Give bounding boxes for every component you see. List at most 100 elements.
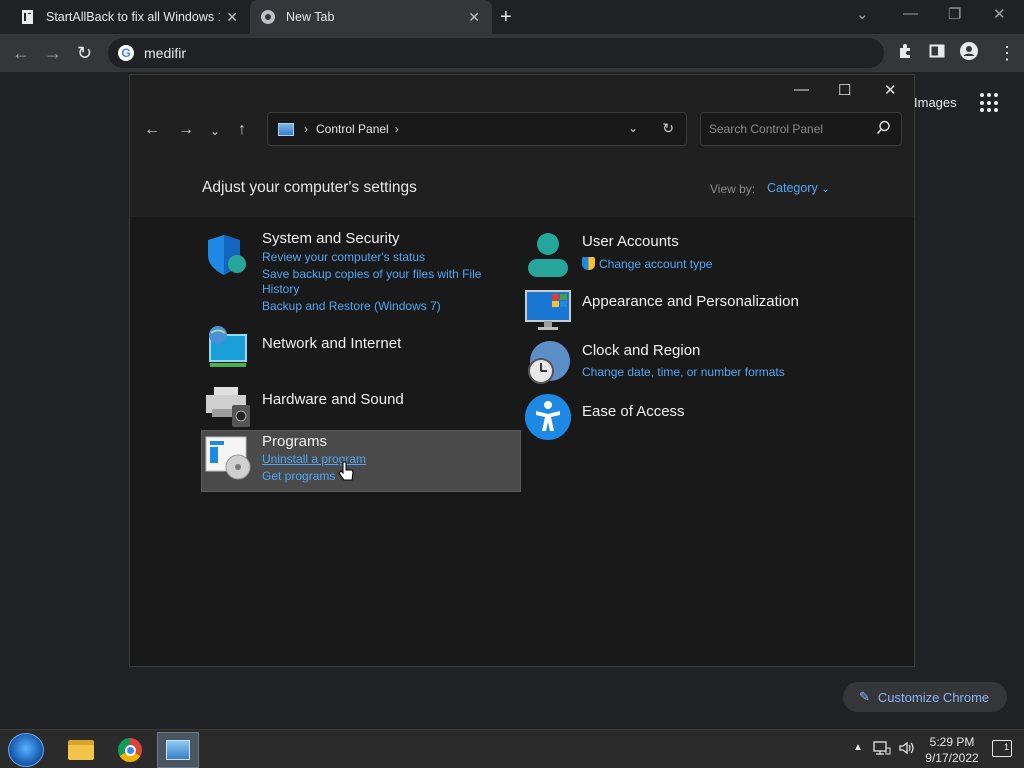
browser-tabstrip: StartAllBack to fix all Windows 11 ✕ New… <box>0 0 1024 34</box>
notification-center-icon[interactable]: 1 <box>992 740 1012 757</box>
category-title[interactable]: Network and Internet <box>262 335 401 352</box>
category-title[interactable]: Ease of Access <box>582 403 685 420</box>
monitor-icon <box>524 287 572 335</box>
cp-search-input[interactable] <box>709 122 869 136</box>
tab-search-icon[interactable]: ⌄ <box>856 5 869 23</box>
control-panel-icon <box>278 122 294 136</box>
category-clock-region[interactable]: Clock and Region Change date, time, or n… <box>524 339 844 389</box>
address-dropdown-icon[interactable]: ⌄ <box>628 121 638 135</box>
close-button[interactable]: ✕ <box>993 5 1006 23</box>
taskbar-control-panel[interactable] <box>157 732 199 768</box>
google-apps-icon[interactable] <box>980 93 1000 113</box>
window-titlebar: — ☐ ✕ <box>130 75 914 107</box>
chevron-down-icon: ⌄ <box>821 184 830 195</box>
link-file-history[interactable]: Save backup copies of your files with Fi… <box>262 267 481 282</box>
tab-startallback[interactable]: StartAllBack to fix all Windows 11 ✕ <box>8 0 250 34</box>
printer-speaker-icon <box>204 381 252 429</box>
taskbar-clock[interactable]: 5:29 PM 9/17/2022 <box>917 734 987 766</box>
browser-toolbar: ← → ↻ G medifir ⋮ <box>0 34 1024 72</box>
tab-title: StartAllBack to fix all Windows 11 <box>46 10 220 24</box>
shield-icon <box>204 231 252 279</box>
link-get-programs[interactable]: Get programs <box>262 469 335 484</box>
address-text: medifir <box>144 45 187 61</box>
link-change-account-type[interactable]: Change account type <box>582 257 712 272</box>
chrome-icon <box>118 738 142 762</box>
category-title[interactable]: Programs <box>262 433 327 450</box>
view-by-value: Category <box>767 181 818 195</box>
tab-close-icon[interactable]: ✕ <box>468 9 480 26</box>
cp-navigation-bar: ← → ⌄ ↑ › Control Panel › ⌄ ↻ <box>130 107 914 157</box>
customize-chrome-button[interactable]: ✎ Customize Chrome <box>843 682 1007 712</box>
link-backup-restore[interactable]: Backup and Restore (Windows 7) <box>262 299 441 314</box>
forward-arrow-icon[interactable]: → <box>44 42 62 64</box>
category-title[interactable]: User Accounts <box>582 233 679 250</box>
back-arrow-icon[interactable]: ← <box>12 42 30 64</box>
profile-icon[interactable] <box>960 42 978 65</box>
cp-forward-icon[interactable]: → <box>178 121 194 139</box>
cp-address-bar[interactable]: › Control Panel › ⌄ ↻ <box>267 112 687 146</box>
link-change-date-time[interactable]: Change date, time, or number formats <box>582 365 785 380</box>
category-title[interactable]: Appearance and Personalization <box>582 293 799 310</box>
cp-maximize-button[interactable]: ☐ <box>838 81 851 99</box>
category-network-internet[interactable]: Network and Internet <box>204 325 494 375</box>
link-review-status[interactable]: Review your computer's status <box>262 250 425 265</box>
recent-locations-chevron-icon[interactable]: ⌄ <box>210 124 220 138</box>
breadcrumb-chevron-icon[interactable]: › <box>395 122 399 136</box>
taskbar-chrome[interactable] <box>109 732 151 768</box>
accessibility-icon <box>524 393 572 441</box>
google-icon: G <box>118 45 134 61</box>
user-icon <box>524 231 572 279</box>
breadcrumb-separator-icon: › <box>304 122 308 136</box>
tab-close-icon[interactable]: ✕ <box>226 9 238 26</box>
show-hidden-icons-icon[interactable]: ▲ <box>853 742 863 753</box>
category-user-accounts[interactable]: User Accounts Change account type <box>524 231 824 281</box>
clock-globe-icon <box>524 339 572 387</box>
view-by-dropdown[interactable]: Category ⌄ <box>767 181 830 195</box>
refresh-icon[interactable]: ↻ <box>662 120 674 137</box>
uac-shield-icon <box>582 257 595 270</box>
category-ease-of-access[interactable]: Ease of Access <box>524 393 824 443</box>
file-explorer-icon <box>68 740 94 760</box>
document-icon <box>20 9 36 25</box>
extensions-icon[interactable] <box>897 42 913 64</box>
up-arrow-icon[interactable]: ↑ <box>238 121 246 139</box>
menu-kebab-icon[interactable]: ⋮ <box>998 42 1016 64</box>
cp-close-button[interactable]: ✕ <box>884 81 897 99</box>
new-tab-button[interactable]: + <box>500 6 512 29</box>
category-appearance[interactable]: Appearance and Personalization <box>524 287 824 337</box>
tab-new-tab[interactable]: New Tab ✕ <box>250 0 492 34</box>
category-hardware-sound[interactable]: Hardware and Sound <box>204 381 494 431</box>
cp-minimize-button[interactable]: — <box>794 81 809 98</box>
page-title: Adjust your computer's settings <box>202 179 417 196</box>
category-title[interactable]: Clock and Region <box>582 342 700 359</box>
control-panel-window: — ☐ ✕ ← → ⌄ ↑ › Control Panel › ⌄ ↻ Adju… <box>129 74 915 667</box>
minimize-button[interactable]: — <box>903 5 918 22</box>
address-bar[interactable]: G medifir <box>108 38 884 68</box>
programs-disc-icon <box>204 433 252 481</box>
control-panel-icon <box>166 740 190 760</box>
category-system-security[interactable]: System and Security Review your computer… <box>204 230 494 321</box>
category-title[interactable]: System and Security <box>262 230 400 247</box>
volume-icon[interactable] <box>898 740 916 759</box>
taskbar-file-explorer[interactable] <box>60 732 102 768</box>
cp-back-icon[interactable]: ← <box>144 121 160 139</box>
side-panel-icon[interactable] <box>929 42 945 64</box>
customize-chrome-label: Customize Chrome <box>877 689 990 705</box>
view-by-label: View by: <box>710 182 756 196</box>
images-link[interactable]: Images <box>914 95 957 110</box>
network-globe-icon <box>204 325 252 373</box>
start-button-icon[interactable] <box>8 733 44 767</box>
link-file-history-cont[interactable]: History <box>262 282 299 297</box>
search-icon[interactable] <box>876 120 891 139</box>
pencil-icon: ✎ <box>859 689 870 704</box>
reload-icon[interactable]: ↻ <box>77 42 92 64</box>
cp-header: Adjust your computer's settings View by:… <box>130 157 914 217</box>
network-icon[interactable] <box>873 740 891 759</box>
clock-date: 9/17/2022 <box>925 751 979 765</box>
restore-button[interactable]: ❐ <box>948 5 961 23</box>
hand-cursor-icon <box>338 461 354 486</box>
chrome-icon <box>260 9 276 25</box>
cp-search-box[interactable] <box>700 112 902 146</box>
breadcrumb-control-panel[interactable]: Control Panel <box>316 122 389 136</box>
category-title[interactable]: Hardware and Sound <box>262 391 404 408</box>
